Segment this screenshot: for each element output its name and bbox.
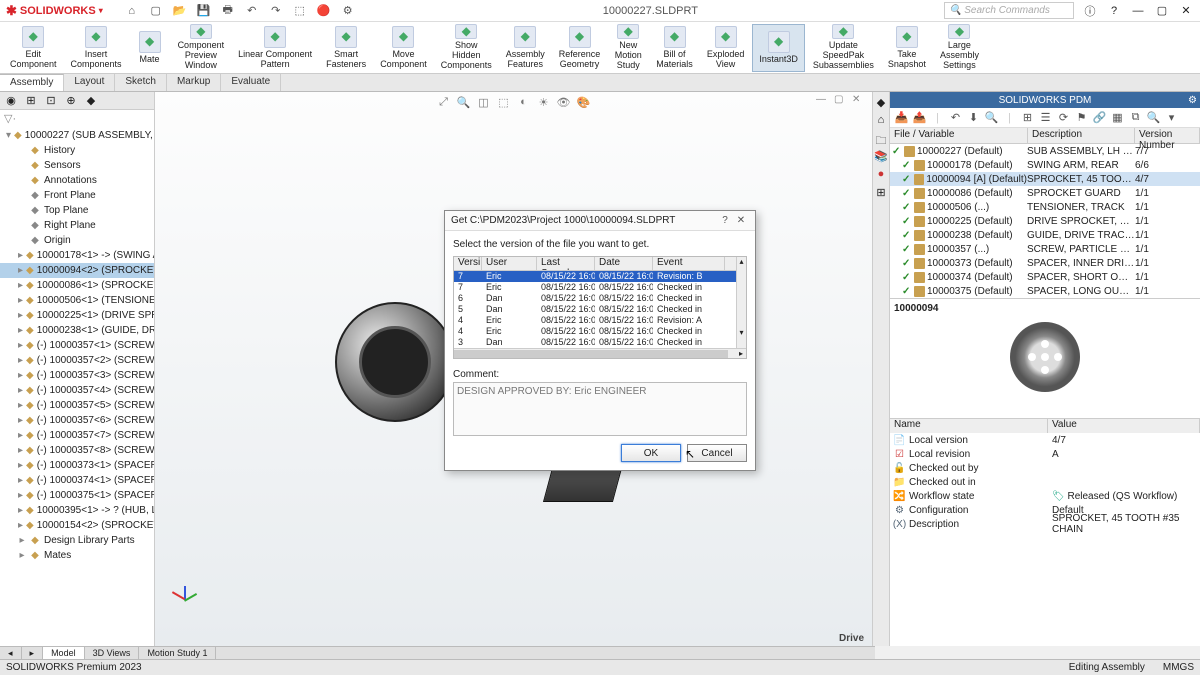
dialog-help-icon[interactable]: ? — [717, 215, 733, 226]
dialog-overlay: Get C:\PDM2023\Project 1000\10000094.SLD… — [0, 0, 1200, 675]
version-row[interactable]: 6Dan08/15/22 16:03...08/15/22 16:05...Ch… — [454, 293, 736, 304]
dialog-titlebar: Get C:\PDM2023\Project 1000\10000094.SLD… — [445, 211, 755, 231]
version-scrollbar[interactable]: ▴▾ — [736, 257, 746, 348]
version-hscroll[interactable]: ▸ — [454, 348, 746, 358]
dialog-title-text: Get C:\PDM2023\Project 1000\10000094.SLD… — [451, 215, 675, 226]
dialog-close-icon[interactable]: ✕ — [733, 215, 749, 226]
version-row[interactable]: 7Eric08/15/22 16:06...08/15/22 16:06...R… — [454, 271, 736, 282]
version-table[interactable]: Versi... User Last Saved Date Date Event… — [453, 256, 747, 359]
cancel-button[interactable]: Cancel — [687, 444, 747, 462]
comment-box: DESIGN APPROVED BY: Eric ENGINEER — [453, 382, 747, 436]
version-row[interactable]: 5Dan08/15/22 16:03...08/15/22 16:05...Ch… — [454, 304, 736, 315]
version-table-header: Versi... User Last Saved Date Date Event — [454, 257, 736, 271]
version-row[interactable]: 7Eric08/15/22 16:06...08/15/22 16:06...C… — [454, 282, 736, 293]
get-version-dialog: Get C:\PDM2023\Project 1000\10000094.SLD… — [444, 210, 756, 471]
dialog-instruction: Select the version of the file you want … — [453, 239, 747, 250]
comment-label: Comment: — [453, 369, 747, 380]
version-row[interactable]: 4Eric08/15/22 16:02...08/15/22 16:02...C… — [454, 326, 736, 337]
ok-button[interactable]: OK — [621, 444, 681, 462]
version-row[interactable]: 4Eric08/15/22 16:02...08/15/22 16:02...R… — [454, 315, 736, 326]
version-row[interactable]: 3Dan08/15/22 16:01...08/15/22 16:01...Ch… — [454, 337, 736, 348]
